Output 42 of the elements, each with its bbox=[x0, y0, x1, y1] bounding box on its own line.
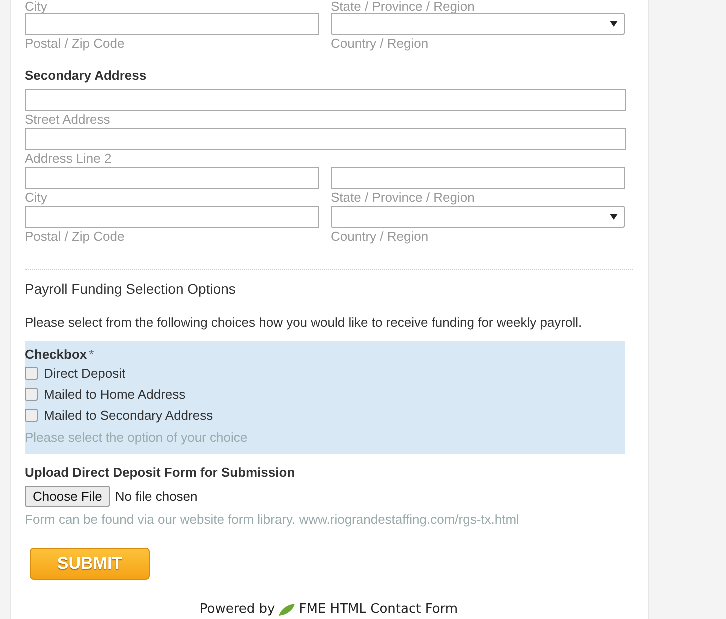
field-label: Country / Region bbox=[331, 228, 430, 245]
field-label: Postal / Zip Code bbox=[25, 35, 126, 52]
instructions: Please select from the following choices how you would like to receive funding for weekly payroll. bbox=[25, 314, 584, 332]
field-label: Street Address bbox=[25, 111, 112, 128]
input-field[interactable] bbox=[331, 167, 625, 189]
section-title: Secondary Address bbox=[25, 67, 148, 84]
select-field[interactable] bbox=[331, 13, 625, 35]
field-label: City bbox=[25, 189, 48, 206]
field-label: Upload Direct Deposit Form for Submission bbox=[25, 464, 296, 481]
section-title: Payroll Funding Selection Options bbox=[25, 280, 237, 298]
field-label: State / Province / Region bbox=[331, 0, 476, 16]
required-mark: * bbox=[89, 346, 94, 363]
caret-icon bbox=[610, 21, 618, 27]
checkbox-option[interactable]: Direct Deposit bbox=[25, 363, 625, 384]
file-status: No file chosen bbox=[115, 489, 198, 504]
input-field[interactable] bbox=[25, 206, 319, 228]
checkbox[interactable] bbox=[25, 409, 38, 422]
field-label: Postal / Zip Code bbox=[25, 228, 126, 245]
field-label: Address Line 2 bbox=[25, 150, 113, 167]
footer-text: Powered by bbox=[200, 602, 276, 618]
caret-icon bbox=[610, 214, 618, 220]
input-field[interactable] bbox=[25, 13, 319, 35]
select-field[interactable] bbox=[331, 206, 625, 228]
option-label: Mailed to Home Address bbox=[44, 386, 186, 404]
checkbox[interactable] bbox=[25, 367, 38, 380]
choose-file-button[interactable]: Choose File bbox=[25, 486, 110, 507]
leaf-icon bbox=[278, 603, 296, 617]
input-field[interactable] bbox=[25, 167, 319, 189]
checkbox[interactable] bbox=[25, 388, 38, 401]
checkbox-option[interactable]: Mailed to Home Address bbox=[25, 384, 625, 405]
hint-text: Please select the option of your choice bbox=[25, 429, 249, 447]
hint-text: Form can be found via our website form library. www.riograndestaffing.com/rgs-tx.html bbox=[25, 511, 520, 529]
field-label: Country / Region bbox=[331, 35, 430, 52]
field-label: State / Province / Region bbox=[331, 189, 476, 206]
field-label: City bbox=[25, 0, 48, 16]
input-field[interactable] bbox=[25, 128, 626, 150]
input-field[interactable] bbox=[25, 89, 626, 111]
option-label: Mailed to Secondary Address bbox=[44, 406, 214, 425]
checkbox-option[interactable]: Mailed to Secondary Address bbox=[25, 405, 625, 426]
group-label: Checkbox bbox=[25, 346, 88, 363]
footer-link[interactable]: FME HTML Contact Form bbox=[299, 602, 458, 618]
option-label: Direct Deposit bbox=[44, 364, 126, 383]
